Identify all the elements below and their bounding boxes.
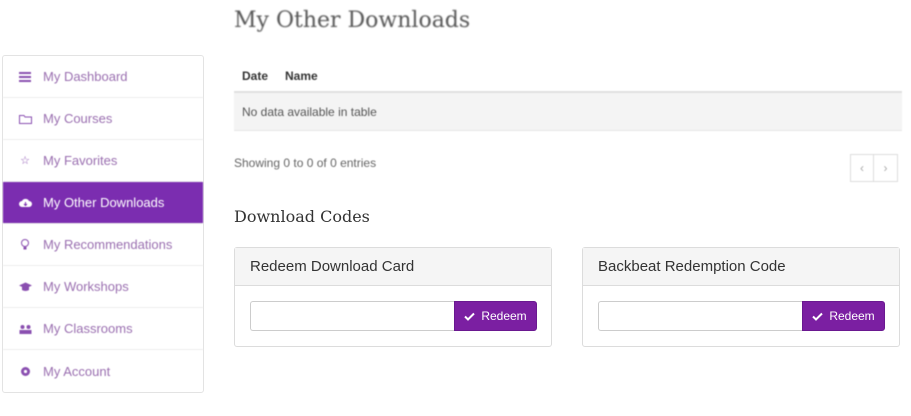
check-icon: [812, 312, 824, 321]
redeem-backbeat-code-button[interactable]: Redeem: [802, 301, 885, 331]
redeem-download-card-button[interactable]: Redeem: [454, 301, 537, 331]
redeem-row: Redeem: [250, 301, 537, 331]
table-header: Date Name: [234, 60, 902, 93]
group-icon: [18, 323, 32, 335]
panel-title: Redeem Download Card: [235, 248, 551, 286]
backbeat-redemption-panel: Backbeat Redemption Code Redeem: [582, 247, 900, 347]
lightbulb-icon: [18, 239, 32, 251]
gear-icon: [18, 365, 32, 377]
page-title: My Other Downloads: [234, 8, 471, 33]
graduation-cap-icon: [18, 281, 32, 293]
backbeat-code-input[interactable]: [598, 301, 802, 331]
table-info: Showing 0 to 0 of 0 entries: [234, 156, 377, 170]
downloads-table: Date Name No data available in table: [234, 60, 902, 131]
sidebar-item-label: My Workshops: [43, 279, 129, 294]
column-header-date[interactable]: Date: [242, 69, 268, 83]
redeem-button-label: Redeem: [481, 309, 527, 323]
download-card-code-input[interactable]: [250, 301, 454, 331]
sidebar-item-dashboard[interactable]: My Dashboard: [3, 56, 203, 98]
sidebar: My Dashboard My Courses ☆ My Favorites M…: [2, 55, 204, 393]
panel-title: Backbeat Redemption Code: [583, 248, 899, 286]
sidebar-item-other-downloads[interactable]: My Other Downloads: [3, 182, 203, 224]
sidebar-item-favorites[interactable]: ☆ My Favorites: [3, 140, 203, 182]
sidebar-item-classrooms[interactable]: My Classrooms: [3, 308, 203, 350]
sidebar-item-account[interactable]: My Account: [3, 350, 203, 392]
sidebar-item-label: My Favorites: [43, 153, 118, 168]
sidebar-item-courses[interactable]: My Courses: [3, 98, 203, 140]
sidebar-item-label: My Other Downloads: [43, 195, 165, 210]
empty-table-message: No data available in table: [242, 104, 377, 119]
table-row: No data available in table: [234, 93, 902, 131]
sidebar-item-recommendations[interactable]: My Recommendations: [3, 224, 203, 266]
cloud-download-icon: [18, 197, 32, 209]
sidebar-item-label: My Courses: [43, 111, 113, 126]
pagination: ‹ ›: [850, 154, 898, 182]
star-icon: ☆: [20, 155, 30, 167]
redeem-download-card-panel: Redeem Download Card Redeem: [234, 247, 552, 347]
sidebar-item-label: My Dashboard: [43, 69, 128, 84]
redeem-button-label: Redeem: [829, 309, 875, 323]
folder-icon: [18, 113, 32, 125]
dashboard-icon: [18, 71, 32, 83]
sidebar-item-workshops[interactable]: My Workshops: [3, 266, 203, 308]
next-page-button[interactable]: ›: [874, 154, 898, 182]
download-codes-heading: Download Codes: [234, 207, 370, 226]
check-icon: [464, 312, 476, 321]
previous-page-button[interactable]: ‹: [850, 154, 874, 182]
sidebar-item-label: My Classrooms: [43, 321, 133, 336]
column-header-name[interactable]: Name: [285, 69, 318, 83]
redeem-row: Redeem: [598, 301, 885, 331]
sidebar-item-label: My Recommendations: [43, 237, 173, 252]
sidebar-item-label: My Account: [43, 363, 111, 379]
